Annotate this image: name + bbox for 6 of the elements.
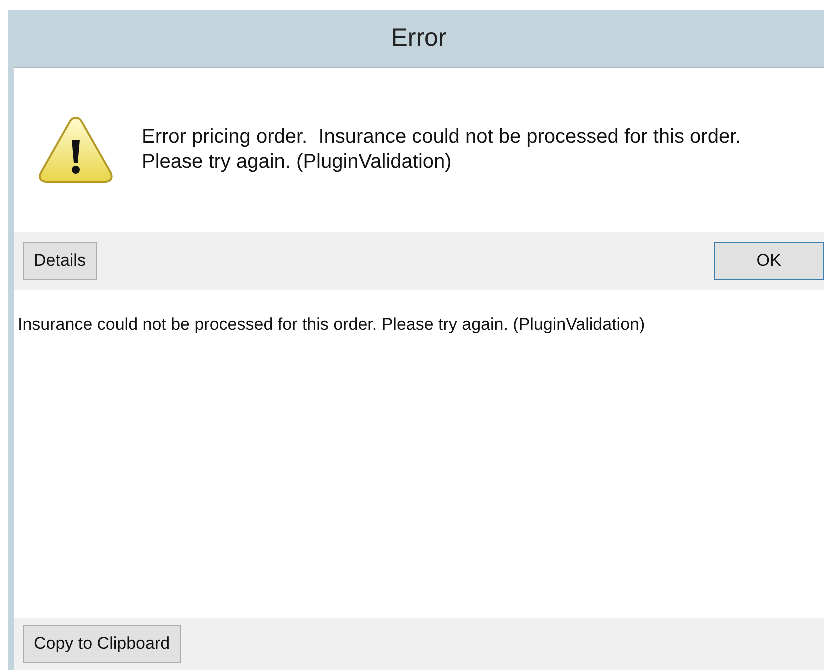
warning-icon: [38, 115, 114, 185]
error-message: Error pricing order. Insurance could not be processed for this order. Please try again. (PluginValidation): [142, 125, 742, 175]
details-button[interactable]: Details: [23, 242, 97, 280]
ok-button[interactable]: OK: [714, 242, 824, 280]
details-text: Insurance could not be processed for this order. Please try again. (PluginValidation): [18, 315, 646, 334]
copy-to-clipboard-button[interactable]: Copy to Clipboard: [23, 625, 182, 663]
